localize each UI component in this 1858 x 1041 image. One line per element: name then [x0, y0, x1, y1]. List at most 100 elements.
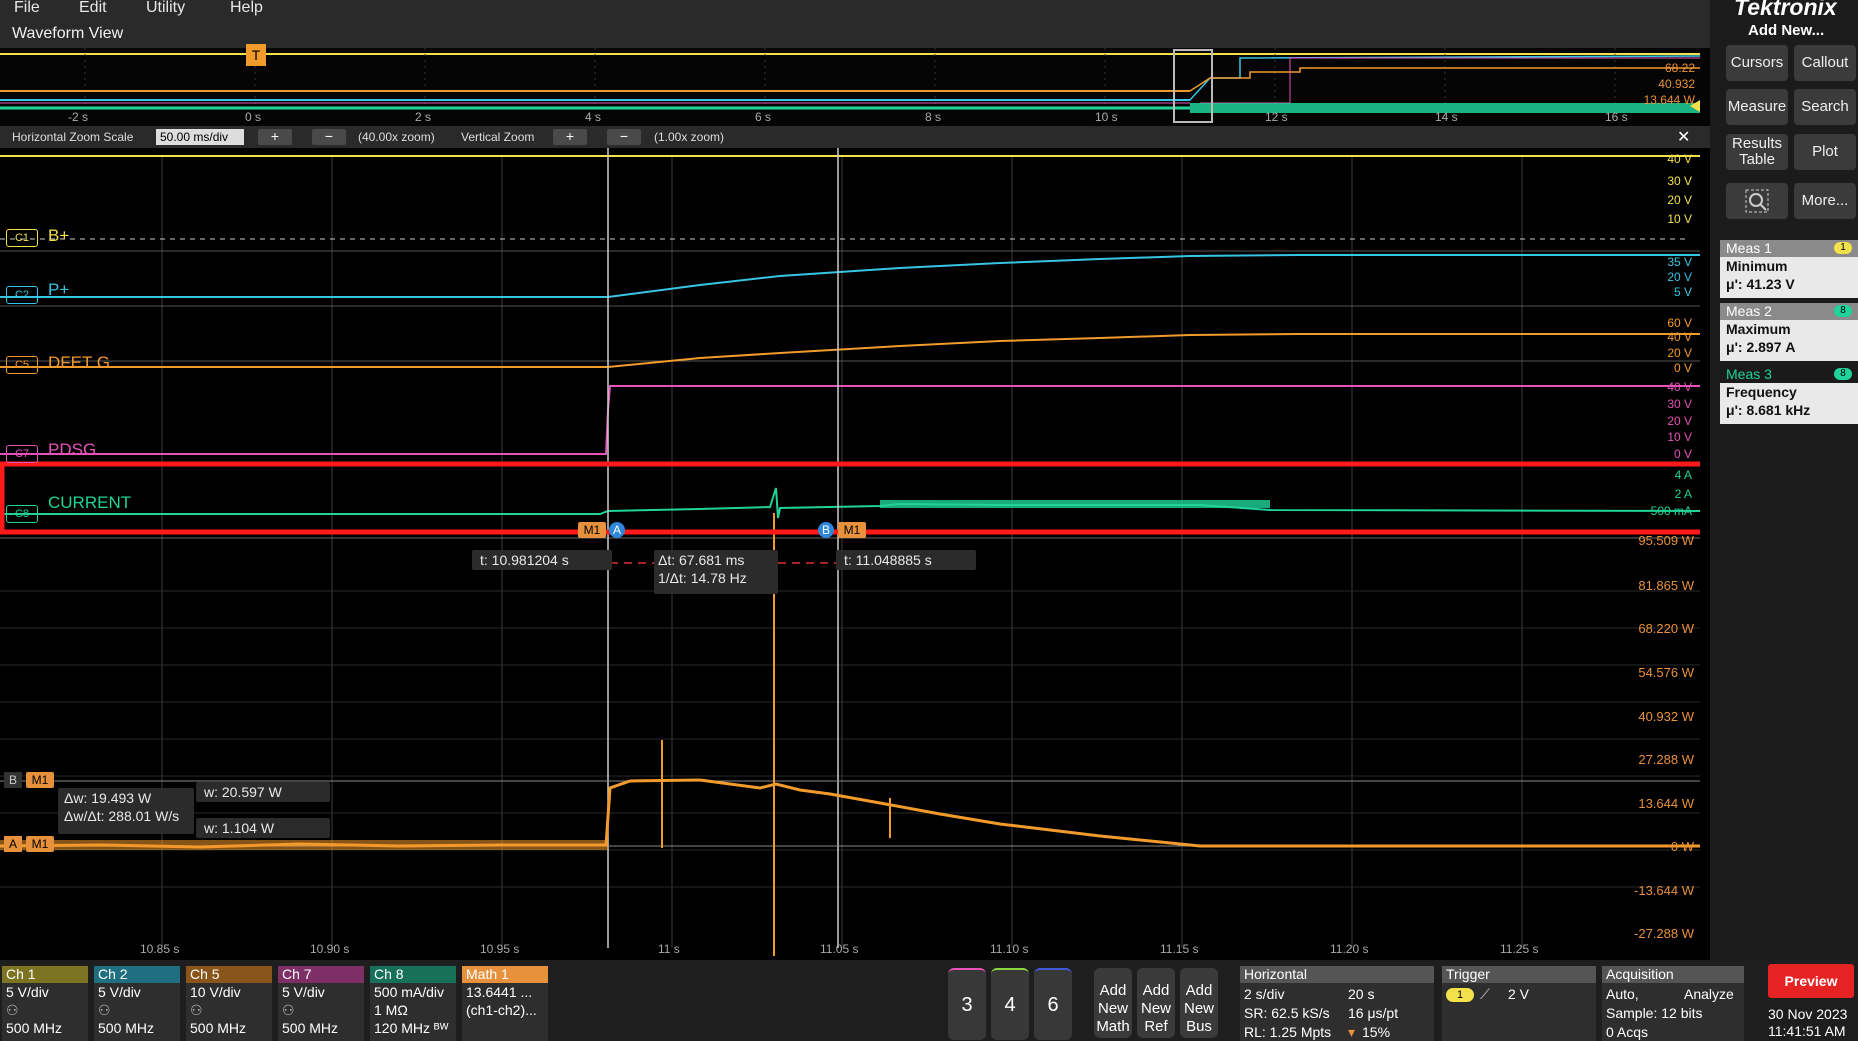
add-new-label: Add New...	[1748, 22, 1825, 39]
button-line: Bus	[1186, 1018, 1212, 1035]
m1-marker-a[interactable]: M1	[578, 522, 606, 538]
channel-tag-c5[interactable]: C5	[6, 356, 38, 374]
plot-button[interactable]: Plot	[1794, 134, 1856, 170]
channel-tag-c7[interactable]: C7	[6, 445, 38, 463]
overview-value: 13.644 W	[1643, 93, 1695, 107]
math-m1-tag-b[interactable]: M1	[26, 772, 54, 788]
channel-label-p-plus[interactable]: P+	[48, 280, 69, 300]
probe-icon: ⚇	[98, 1002, 111, 1018]
search-button[interactable]: Search	[1794, 89, 1856, 125]
channel-8-badge[interactable]: Ch 8 500 mA/div 1 MΩ 120 MHz ᴮᵂ	[370, 966, 456, 1041]
channel-tag-c1[interactable]: C1	[6, 229, 38, 247]
meas-value: μ': 8.681 kHz	[1726, 402, 1811, 418]
meas-title: Meas 1	[1726, 240, 1772, 256]
time-display: 11:41:51 AM	[1768, 1023, 1846, 1039]
horizontal-zoom-out-button[interactable]: −	[312, 129, 346, 145]
channel-badge-title: Ch 1	[2, 966, 88, 983]
close-zoom-icon[interactable]: ✕	[1677, 127, 1690, 147]
cursor-b-handle[interactable]: B	[818, 522, 834, 538]
overview-tick: 14 s	[1435, 110, 1458, 124]
acquisition-analyze: Analyze	[1684, 986, 1734, 1002]
channel-label-pdsg[interactable]: PDSG	[48, 440, 96, 460]
trigger-position-marker[interactable]: T	[246, 44, 266, 66]
cursor-b-hmarker[interactable]: B	[4, 772, 22, 788]
channel-tag-c8[interactable]: C8	[6, 505, 38, 523]
preview-button[interactable]: Preview	[1768, 964, 1854, 998]
cursor-b-power-readout: w: 20.597 W	[196, 782, 330, 802]
channel-label-current[interactable]: CURRENT	[48, 493, 131, 513]
sample-rate: SR: 62.5 kS/s	[1244, 1005, 1330, 1021]
menu-utility[interactable]: Utility	[146, 0, 185, 17]
scale-label: 10 V	[1667, 430, 1692, 444]
math-axis-label: 81.865 W	[1638, 578, 1694, 593]
zoom-tool-button[interactable]	[1726, 183, 1788, 219]
cursor-a-time-readout: t: 10.981204 s	[472, 550, 612, 570]
overview-tick: 0 s	[245, 110, 262, 124]
channel-1-badge[interactable]: Ch 1 5 V/div ⚇ 500 MHz	[2, 966, 88, 1041]
horizontal-panel[interactable]: Horizontal 2 s/div 20 s SR: 62.5 kS/s 16…	[1240, 966, 1434, 1041]
channel-7-badge[interactable]: Ch 7 5 V/div ⚇ 500 MHz	[278, 966, 364, 1041]
waveform-view-title: Waveform View	[12, 25, 124, 42]
channel-scale: 5 V/div	[282, 984, 325, 1000]
scale-label: 30 V	[1667, 397, 1692, 411]
cursor-b-time-readout: t: 11.048885 s	[836, 550, 976, 570]
delta-power-readout: Δw: 19.493 W Δw/Δt: 288.01 W/s	[58, 788, 194, 834]
results-table-button[interactable]: Results Table	[1726, 134, 1788, 170]
right-control-panel: Tektronix Add New... Cursors Callout Mea…	[1710, 0, 1858, 960]
cursor-a-hmarker[interactable]: A	[4, 836, 22, 852]
horizontal-zoom-in-button[interactable]: +	[258, 129, 292, 145]
overview-tick: 2 s	[415, 110, 432, 124]
waveform-overview[interactable]: T -2 s 0 s 2 s 4 s 6 s 8 s 10 s 12 s 14 …	[0, 44, 1710, 126]
meas-1-badge[interactable]: Meas 1 1 Minimum μ': 41.23 V	[1720, 240, 1858, 298]
menu-file[interactable]: File	[14, 0, 40, 17]
channel-3-button[interactable]: 3	[948, 968, 986, 1040]
add-new-math-button[interactable]: Add New Math	[1094, 968, 1132, 1038]
add-new-ref-button[interactable]: Add New Ref	[1137, 968, 1175, 1038]
trigger-panel[interactable]: Trigger 1 ⟋ 2 V	[1442, 966, 1596, 1041]
channel-4-button[interactable]: 4	[991, 968, 1029, 1040]
zoomed-waveform-area[interactable]: C1 B+ C2 P+ C5 DFET G C7 PDSG C8 CURRENT…	[0, 148, 1721, 960]
math-axis-label: -27.288 W	[1634, 926, 1694, 941]
channel-label-b-plus[interactable]: B+	[48, 226, 69, 246]
channel-badge-title: Ch 2	[94, 966, 180, 983]
math-axis-label: 95.509 W	[1638, 533, 1694, 548]
time-axis-label: 10.95 s	[480, 942, 520, 956]
measure-button[interactable]: Measure	[1726, 89, 1788, 125]
overview-value: 68.22	[1664, 61, 1695, 75]
button-line: Add	[1185, 982, 1213, 999]
m1-marker-b[interactable]: M1	[838, 522, 866, 538]
acquisition-panel[interactable]: Acquisition Auto, Analyze Sample: 12 bit…	[1602, 966, 1744, 1041]
meas-header: Meas 2 8	[1720, 303, 1858, 320]
more-button[interactable]: More...	[1794, 183, 1856, 219]
vertical-zoom-in-button[interactable]: +	[553, 129, 587, 145]
channel-5-badge[interactable]: Ch 5 10 V/div ⚇ 500 MHz	[186, 966, 272, 1041]
math-m1-tag-a[interactable]: M1	[26, 836, 54, 852]
scale-label: 40 V	[1667, 330, 1692, 344]
math-1-badge[interactable]: Math 1 13.6441 ... (ch1-ch2)...	[462, 966, 548, 1041]
meas-title: Meas 2	[1726, 303, 1772, 319]
channel-scale: 5 V/div	[98, 984, 141, 1000]
horizontal-zoom-scale-field[interactable]: 50.00 ms/div	[156, 129, 244, 145]
channel-label-dfet-g[interactable]: DFET G	[48, 353, 110, 373]
cursors-button[interactable]: Cursors	[1726, 45, 1788, 81]
meas-3-badge[interactable]: Meas 3 8 Frequency μ': 8.681 kHz	[1720, 366, 1858, 424]
math-axis-label: 0 W	[1670, 839, 1694, 854]
channel-bandwidth: 500 MHz	[282, 1020, 339, 1036]
acquisition-sample: Sample: 12 bits	[1606, 1005, 1703, 1021]
channel-2-badge[interactable]: Ch 2 5 V/div ⚇ 500 MHz	[94, 966, 180, 1041]
menu-edit[interactable]: Edit	[79, 0, 107, 17]
cursor-a-handle[interactable]: A	[609, 522, 625, 538]
add-new-bus-button[interactable]: Add New Bus	[1180, 968, 1218, 1038]
scale-label: 0 V	[1673, 361, 1692, 375]
meas-2-badge[interactable]: Meas 2 8 Maximum μ': 2.897 A	[1720, 303, 1858, 361]
vertical-zoom-out-button[interactable]: −	[607, 129, 641, 145]
callout-button[interactable]: Callout	[1794, 45, 1856, 81]
channel-6-button[interactable]: 6	[1034, 968, 1072, 1040]
trigger-source-badge: 1	[1446, 988, 1474, 1002]
math-axis-label: 68.220 W	[1638, 621, 1694, 636]
button-line: New	[1183, 1000, 1214, 1017]
scale-label: 40 V	[1667, 380, 1692, 394]
channel-tag-c2[interactable]: C2	[6, 286, 38, 304]
channel-bandwidth: 120 MHz ᴮᵂ	[374, 1020, 449, 1036]
menu-help[interactable]: Help	[230, 0, 263, 17]
